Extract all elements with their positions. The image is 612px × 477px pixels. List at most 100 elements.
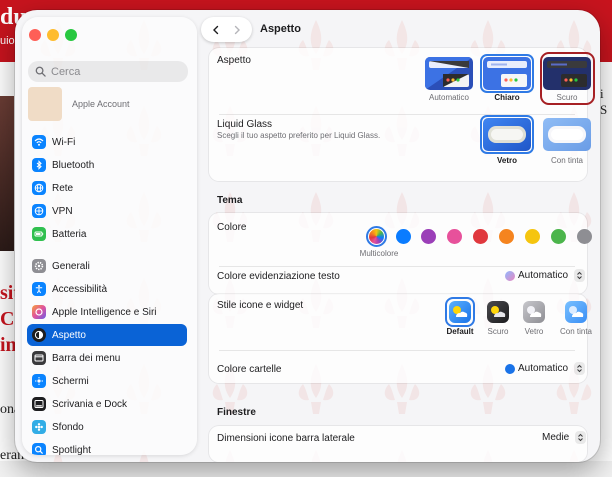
battery-icon [32, 227, 46, 241]
highlight-color-value: Automatico [518, 270, 569, 281]
liquid-glass-caption-vetro: Vetro [496, 156, 517, 165]
swatch-blue[interactable] [396, 229, 411, 244]
sidebar-item-spotlight[interactable]: Spotlight [27, 439, 187, 455]
globe-icon [32, 181, 46, 195]
sidebar-item-generali[interactable]: Generali [27, 255, 187, 277]
icon-style-scuro[interactable] [487, 301, 509, 323]
swatch-red[interactable] [473, 229, 488, 244]
windows-card [209, 426, 587, 462]
avatar [28, 87, 62, 121]
highlight-color-label: Colore evidenziazione testo [217, 271, 340, 282]
close-button[interactable] [29, 29, 41, 41]
icon-style-con-tinta[interactable] [565, 301, 587, 323]
sidebar-icon-size-popup[interactable]: Medie [542, 431, 587, 444]
icon-style-vetro[interactable] [523, 301, 545, 323]
background-side-text: i S [600, 86, 608, 117]
appearance-option-chiaro[interactable] [483, 57, 531, 90]
sidebar-item-label: Accessibilità [52, 283, 108, 295]
zoom-button[interactable] [65, 29, 77, 41]
sidebar-item-bluetooth[interactable]: Bluetooth [27, 154, 187, 176]
folder-color-popup[interactable]: Automatico [505, 362, 586, 375]
liquid-glass-option-con-tinta[interactable] [543, 118, 591, 151]
minimize-button[interactable] [47, 29, 59, 41]
sidebar-item-label: Scrivania e Dock [52, 398, 128, 410]
weather-dark-icon [491, 306, 506, 317]
background-site-subtitle: uio [0, 35, 15, 47]
swatch-orange[interactable] [499, 229, 514, 244]
sidebar-item-aspetto[interactable]: Aspetto [27, 324, 187, 346]
swatch-caption-multicolore: Multicolore [359, 249, 399, 258]
sidebar-item-wifi[interactable]: Wi-Fi [27, 131, 187, 153]
settings-window: Cerca Apple Account Wi-Fi Bluetooth Rete… [15, 10, 600, 462]
apple-account-item[interactable]: Apple Account [28, 87, 188, 121]
liquid-glass-option-vetro[interactable] [483, 118, 531, 151]
navigation-buttons [201, 17, 252, 42]
icon-style-caption-con-tinta: Con tinta [559, 327, 593, 336]
swatch-multicolor[interactable] [369, 229, 384, 244]
windows-section-title: Finestre [217, 407, 256, 418]
sidebar-item-accessibilita[interactable]: Accessibilità [27, 278, 187, 300]
row-separator [219, 350, 575, 351]
wifi-icon [32, 135, 46, 149]
sidebar-item-batteria[interactable]: Batteria [27, 223, 187, 245]
search-icon [35, 66, 46, 77]
accessibility-icon [32, 282, 46, 296]
highlight-color-popup[interactable]: Automatico [505, 269, 586, 282]
sidebar-item-label: Wi-Fi [52, 136, 76, 148]
color-label: Colore [217, 222, 247, 233]
swatch-yellow[interactable] [525, 229, 540, 244]
sidebar-icon-size-value: Medie [542, 432, 570, 443]
siri-icon [32, 305, 46, 319]
swatch-purple[interactable] [421, 229, 436, 244]
glass-clear-preview [483, 118, 531, 151]
swatch-pink[interactable] [447, 229, 462, 244]
appearance-label: Aspetto [217, 55, 251, 66]
icon-style-default[interactable] [449, 301, 471, 323]
sidebar-item-sfondo[interactable]: Sfondo [27, 416, 187, 438]
popup-stepper [574, 269, 586, 282]
glass-tinted-preview [543, 118, 591, 151]
sidebar-item-vpn[interactable]: VPN [27, 200, 187, 222]
forward-chevron-icon[interactable] [232, 25, 242, 35]
sidebar-item-label: Barra dei menu [52, 352, 121, 364]
spotlight-icon [32, 443, 46, 455]
wallpaper-icon [32, 420, 46, 434]
popup-stepper [574, 362, 586, 375]
sidebar-icon-size-label: Dimensioni icone barra laterale [217, 433, 355, 444]
sidebar-item-rete[interactable]: Rete [27, 177, 187, 199]
sidebar-item-schermi[interactable]: Schermi [27, 370, 187, 392]
sidebar-item-label: Generali [52, 260, 90, 272]
search-field[interactable]: Cerca [28, 61, 188, 82]
weather-icon [453, 306, 468, 317]
row-separator [219, 266, 575, 267]
page-title: Aspetto [260, 23, 301, 35]
theme-section-title: Tema [217, 195, 243, 206]
sidebar-item-apple-intelligence-siri[interactable]: Apple Intelligence e Siri [27, 301, 187, 323]
swatch-green[interactable] [551, 229, 566, 244]
weather-tinted-icon [569, 306, 584, 317]
weather-glass-icon [527, 306, 542, 317]
sidebar-item-label: Schermi [52, 375, 89, 387]
sidebar-item-label: Sfondo [52, 421, 84, 433]
folder-color-value: Automatico [518, 363, 569, 374]
appearance-option-automatico[interactable] [425, 57, 473, 90]
sidebar-item-label: VPN [52, 205, 73, 217]
apple-account-label: Apple Account [72, 99, 130, 109]
sidebar-item-label: Bluetooth [52, 159, 95, 171]
sidebar-item-scrivania-e-dock[interactable]: Scrivania e Dock [27, 393, 187, 415]
swatch-graphite[interactable] [577, 229, 592, 244]
sidebar-item-barra-dei-menu[interactable]: Barra dei menu [27, 347, 187, 369]
sidebar-item-label: Spotlight [52, 444, 91, 456]
icon-style-label: Stile icone e widget [217, 300, 304, 311]
sidebar-item-label: Apple Intelligence e Siri [52, 306, 157, 318]
folder-color-label: Colore cartelle [217, 364, 282, 375]
content-area: Aspetto Aspetto Automatico Chiaro Scuro … [197, 10, 600, 462]
up-down-chevron-icon [577, 364, 582, 373]
popup-stepper [575, 431, 587, 444]
appearance-auto-preview [425, 57, 473, 90]
dock-icon [32, 397, 46, 411]
back-chevron-icon[interactable] [211, 25, 221, 35]
background-article-photo [0, 96, 14, 251]
appearance-caption-automatico: Automatico [428, 93, 470, 102]
appearance-caption-chiaro: Chiaro [494, 93, 520, 102]
